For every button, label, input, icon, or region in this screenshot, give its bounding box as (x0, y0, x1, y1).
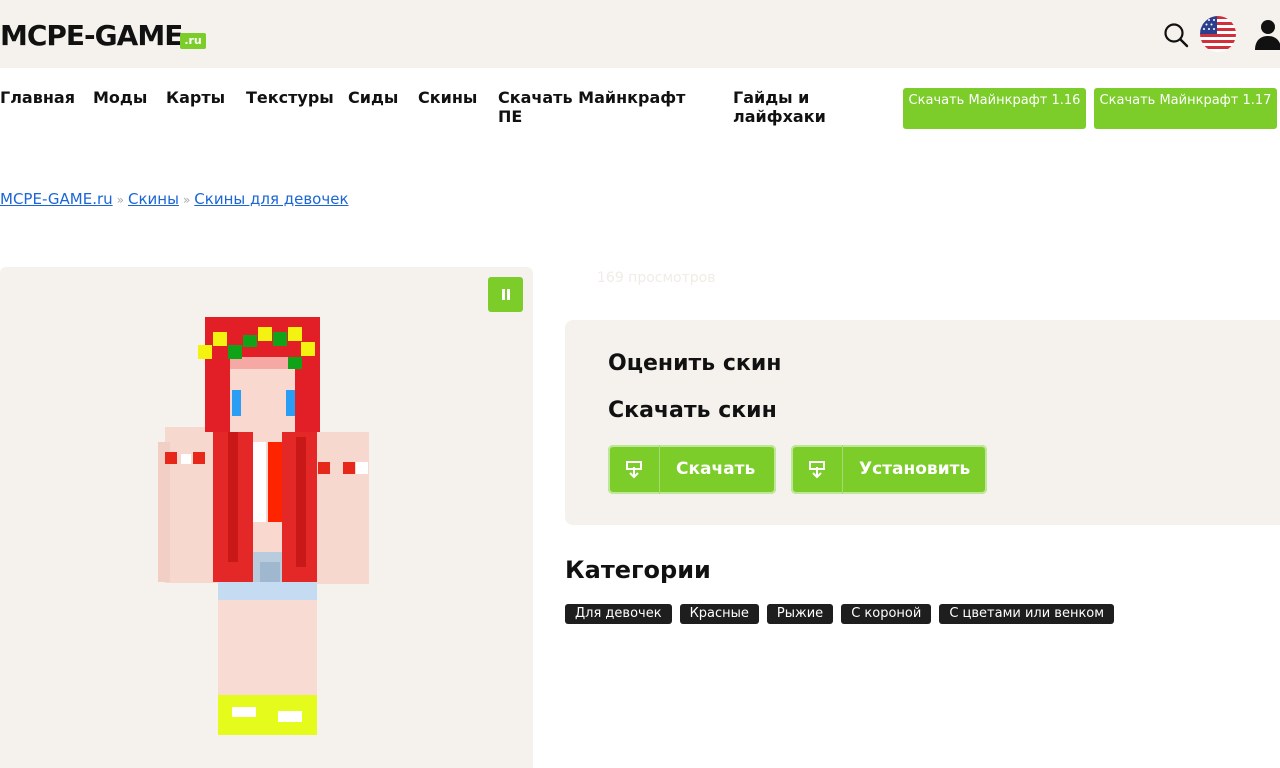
header-bar: MCPE-GAME .ru (0, 0, 1280, 68)
tag-crown[interactable]: С короной (841, 604, 932, 624)
pause-button[interactable] (488, 277, 523, 312)
download-skin-title: Скачать скин (608, 398, 777, 423)
download-117-button[interactable]: Скачать Майнкрафт 1.17 (1094, 88, 1277, 129)
download-icon (608, 445, 660, 494)
breadcrumb-skins[interactable]: Скины (128, 190, 179, 208)
logo-text: MCPE-GAME (0, 19, 183, 52)
rate-skin-title: Оценить скин (608, 351, 782, 376)
nav-item-maps[interactable]: Карты (166, 88, 225, 107)
tag-girls[interactable]: Для девочек (565, 604, 672, 624)
nav-item-mods[interactable]: Моды (93, 88, 147, 107)
install-button[interactable]: Установить (791, 445, 987, 494)
nav-item-textures[interactable]: Текстуры (246, 88, 334, 107)
nav-item-skins[interactable]: Скины (418, 88, 477, 107)
install-icon (791, 445, 843, 494)
nav-item-download-mcpe[interactable]: Скачать Майнкрафт ПЕ (498, 88, 698, 126)
tag-flowers-wreath[interactable]: С цветами или венком (939, 604, 1115, 624)
user-icon[interactable] (1254, 18, 1280, 50)
skin-actions-card: Оценить скин Скачать скин Скачать Устано… (565, 320, 1280, 525)
us-flag-icon[interactable] (1200, 16, 1236, 52)
category-tags: Для девочек Красные Рыжие С короной С цв… (565, 604, 1115, 624)
tag-redhead[interactable]: Рыжие (766, 604, 834, 624)
breadcrumb-separator: » (182, 193, 191, 207)
search-icon[interactable] (1162, 21, 1190, 49)
breadcrumb-home[interactable]: MCPE-GAME.ru (0, 190, 113, 208)
nav-item-seeds[interactable]: Сиды (348, 88, 398, 107)
breadcrumb-girls-skins[interactable]: Скины для девочек (194, 190, 348, 208)
nav-item-home[interactable]: Главная (0, 88, 75, 107)
view-count: 169 просмотров (597, 270, 716, 286)
site-logo[interactable]: MCPE-GAME .ru (0, 18, 206, 52)
breadcrumb: MCPE-GAME.ru» Скины» Скины для девочек (0, 190, 349, 208)
skin-model (158, 317, 369, 735)
breadcrumb-separator: » (116, 193, 124, 207)
categories-title: Категории (565, 556, 711, 584)
download-button-label: Скачать (676, 459, 756, 479)
install-button-label: Установить (859, 459, 971, 479)
tag-red[interactable]: Красные (679, 604, 759, 624)
nav-item-guides[interactable]: Гайды и лайфхаки (733, 88, 843, 126)
download-116-button[interactable]: Скачать Майнкрафт 1.16 (903, 88, 1086, 129)
download-button[interactable]: Скачать (608, 445, 776, 494)
logo-tld: .ru (180, 33, 206, 49)
skin-preview-panel[interactable] (0, 267, 533, 768)
